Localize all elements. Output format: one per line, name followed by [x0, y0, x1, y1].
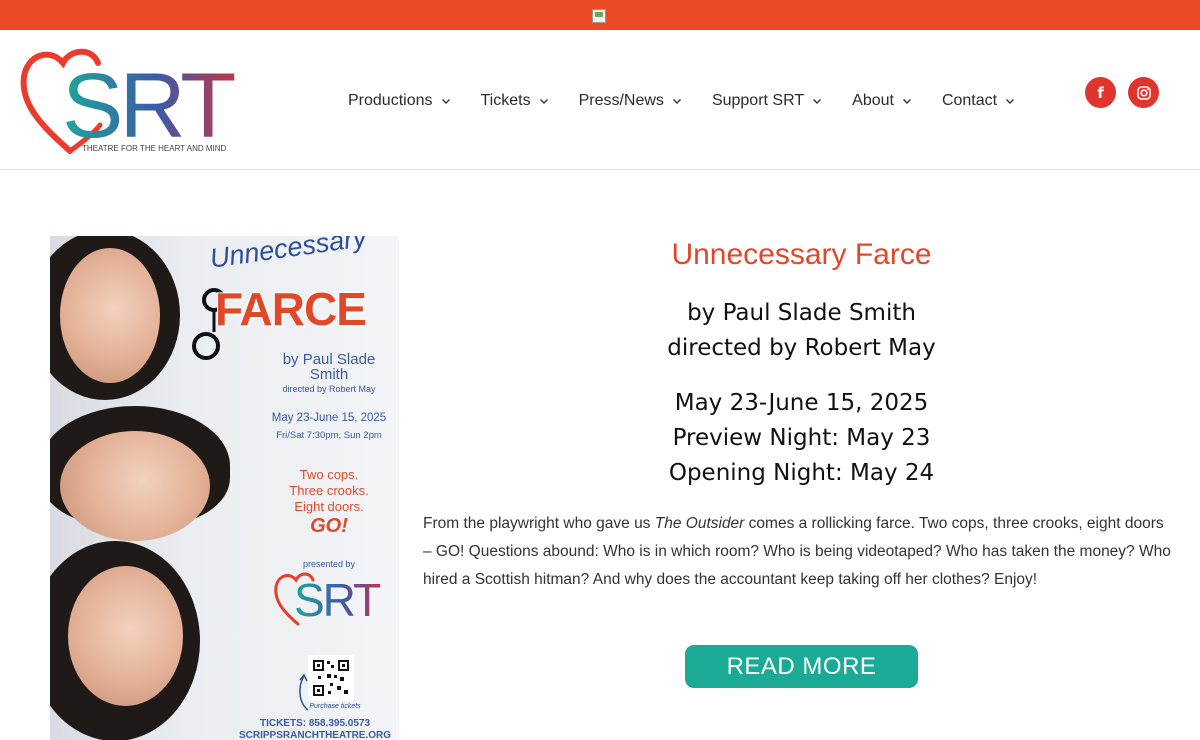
read-more-button[interactable]: READ MORE [685, 645, 918, 688]
nav-item-productions[interactable]: Productions [348, 92, 451, 110]
chevron-down-icon [539, 99, 548, 104]
chevron-down-icon [441, 99, 450, 104]
description-text: From the playwright who gave us [423, 515, 655, 532]
srt-logo[interactable]: SRT THEATRE FOR THE HEART AND MIND [18, 45, 240, 157]
site-header: SRT THEATRE FOR THE HEART AND MIND Produ… [0, 30, 1200, 170]
show-title[interactable]: Unnecessary Farce [423, 238, 1180, 272]
instagram-icon [1136, 85, 1151, 100]
nav-label: Contact [941, 92, 998, 109]
poster-logo-letters: SRT [294, 574, 381, 626]
top-banner [0, 0, 1200, 30]
facebook-icon: f [1097, 83, 1104, 102]
poster-author: by Paul Slade Smith [254, 352, 399, 382]
show-director: directed by Robert May [667, 335, 936, 361]
poster-logo: SRT [274, 572, 383, 626]
nav-label: Press/News [578, 92, 664, 109]
main-nav: Productions Tickets Press/News Support S… [348, 88, 1015, 114]
social-links: f [1085, 77, 1159, 108]
facebook-button[interactable]: f [1085, 77, 1116, 108]
poster-purchase-label: Purchase tickets [309, 703, 361, 710]
show-description: From the playwright who gave us The Outs… [423, 510, 1173, 594]
poster-tag-line: Eight doors. [294, 499, 364, 514]
nav-label: About [852, 92, 894, 109]
chevron-down-icon [902, 99, 911, 104]
show-dates: May 23-June 15, 2025 Preview Night: May … [423, 386, 1180, 491]
nav-label: Productions [348, 92, 433, 109]
description-emphasis: The Outsider [654, 515, 745, 532]
poster-tickets: TICKETS: 858.395.0573 [259, 718, 371, 729]
poster-author-line1: by Paul Slade [282, 351, 376, 368]
opening-night: Opening Night: May 24 [668, 460, 935, 486]
poster-tag-line: Two cops. [299, 467, 359, 482]
nav-item-support-srt[interactable]: Support SRT [712, 92, 822, 110]
run-dates: May 23-June 15, 2025 [674, 390, 929, 416]
nav-item-contact[interactable]: Contact [942, 92, 1015, 110]
show-credits: by Paul Slade Smith directed by Robert M… [423, 296, 1180, 366]
nav-label: Tickets [480, 92, 531, 109]
qr-code [308, 655, 354, 701]
nav-item-tickets[interactable]: Tickets [481, 92, 549, 110]
poster-tag-go: GO! [310, 515, 348, 537]
poster-face [68, 566, 183, 706]
nav-item-press-news[interactable]: Press/News [579, 92, 682, 110]
poster-author-line2: Smith [309, 366, 349, 383]
poster-face [60, 431, 210, 541]
show-author: by Paul Slade Smith [687, 300, 916, 326]
show-poster[interactable]: Unnecessary FARCE by Paul Slade Smith di… [50, 236, 399, 740]
logo-tagline: THEATRE FOR THE HEART AND MIND [82, 144, 227, 153]
nav-item-about[interactable]: About [852, 92, 912, 110]
broken-image-icon [592, 9, 606, 23]
nav-label: Support SRT [711, 92, 805, 109]
poster-presented-by: presented by [302, 559, 356, 569]
poster-tag-line: Three crooks. [289, 483, 369, 498]
preview-night: Preview Night: May 23 [672, 425, 931, 451]
chevron-down-icon [1006, 99, 1015, 104]
poster-website: SCRIPPSRANCHTHEATRE.ORG [238, 730, 392, 740]
poster-dates: May 23-June 15, 2025 [271, 412, 387, 424]
chevron-down-icon [672, 99, 681, 104]
chevron-down-icon [813, 99, 822, 104]
poster-tagline: Two cops. Three crooks. Eight doors. GO! [264, 467, 394, 537]
poster-times: Fri/Sat 7:30pm, Sun 2pm [276, 430, 382, 441]
poster-director: directed by Robert May [282, 384, 376, 394]
heart-icon: SRT THEATRE FOR THE HEART AND MIND [20, 48, 239, 157]
poster-face [60, 248, 160, 383]
poster-title-line2: FARCE [215, 283, 367, 335]
qr-code-icon [313, 660, 349, 696]
logo-letters: SRT [62, 55, 235, 157]
instagram-button[interactable] [1128, 77, 1159, 108]
